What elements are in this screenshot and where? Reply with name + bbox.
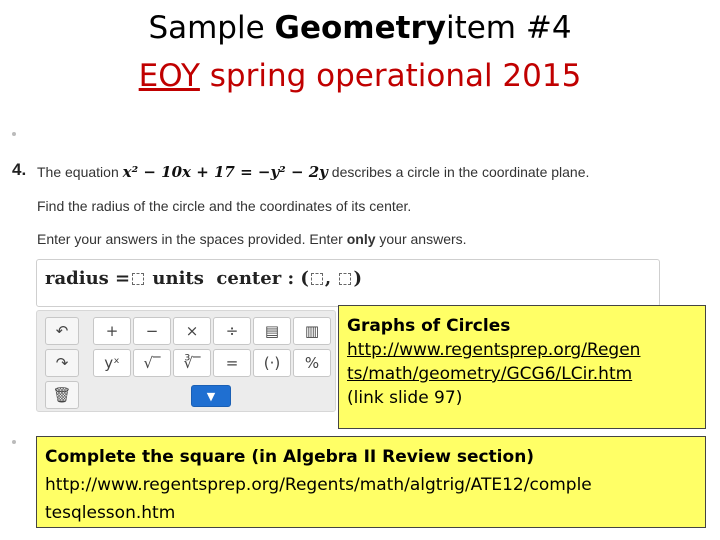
divide-key[interactable]: ÷ — [213, 317, 251, 345]
slide-title: Sample Geometryitem #4 — [0, 10, 720, 46]
mixed-fraction-key[interactable]: ▥ — [293, 317, 331, 345]
center-close: ) — [353, 268, 362, 289]
circles-link-cont[interactable]: ts/math/geometry/GCG6/LCir.htm — [347, 362, 697, 386]
plus-key[interactable]: + — [93, 317, 131, 345]
question-line-enter: Enter your answers in the spaces provide… — [37, 231, 467, 247]
sqrt-key[interactable]: √‾ — [133, 349, 171, 377]
redo-icon[interactable]: ↷ — [45, 349, 79, 377]
times-key[interactable]: × — [173, 317, 211, 345]
chevron-down-icon[interactable]: ▼ — [191, 385, 231, 407]
cube-root-key[interactable]: ∛‾ — [173, 349, 211, 377]
subtitle-rest: spring operational 2015 — [199, 58, 582, 94]
title-suffix: item #4 — [445, 10, 572, 46]
radius-label: radius = — [45, 268, 131, 289]
enter-only: only — [346, 231, 376, 247]
equals-key[interactable]: = — [213, 349, 251, 377]
radius-slot[interactable] — [132, 273, 145, 285]
slide-subtitle: EOY spring operational 2015 — [0, 58, 720, 94]
subtitle-eoy: EOY — [138, 58, 200, 94]
question-line-equation: The equation x² − 10x + 17 = −y² − 2y de… — [37, 163, 589, 181]
equation-right: −y² − 2y — [257, 163, 328, 181]
circles-link[interactable]: http://www.regentsprep.org/Regen — [347, 338, 697, 362]
question-number: 4. — [12, 160, 27, 179]
answer-template: radius = units center : (, ) — [45, 268, 362, 289]
fraction-key[interactable]: ▤ — [253, 317, 291, 345]
bullet-dot — [12, 132, 16, 136]
question-text: describes a circle in the coordinate pla… — [327, 164, 590, 180]
percent-key[interactable]: % — [293, 349, 331, 377]
math-keypad: ↶ ↷ 🗑 + − × ÷ ▤ ▥ yˣ √‾ ∛‾ = (·) % ▼ — [36, 310, 336, 412]
center-comma: , — [324, 268, 332, 289]
square-link-cont[interactable]: tesqlesson.htm — [45, 499, 697, 527]
trash-icon[interactable]: 🗑 — [45, 381, 79, 409]
answer-input-area[interactable]: radius = units center : (, ) — [36, 259, 660, 307]
question-text: The equation — [37, 164, 123, 180]
center-label: center : ( — [216, 268, 309, 289]
callout-graphs-of-circles: Graphs of Circles http://www.regentsprep… — [338, 305, 706, 429]
units-label: units — [146, 268, 204, 289]
center-x-slot[interactable] — [310, 273, 323, 285]
equation-equals: = — [234, 163, 258, 181]
undo-icon[interactable]: ↶ — [45, 317, 79, 345]
parentheses-key[interactable]: (·) — [253, 349, 291, 377]
callout-note: (link slide 97) — [347, 388, 463, 408]
title-bold-word: Geometry — [274, 10, 446, 46]
callout-heading: Complete the square (in Algebra II Revie… — [45, 447, 535, 467]
square-link[interactable]: http://www.regentsprep.org/Regents/math/… — [45, 471, 697, 499]
enter-text-end: your answers. — [375, 231, 467, 247]
exponent-key[interactable]: yˣ — [93, 349, 131, 377]
bullet-dot — [12, 440, 16, 444]
center-y-slot[interactable] — [339, 273, 352, 285]
minus-key[interactable]: − — [133, 317, 171, 345]
enter-text: Enter your answers in the spaces provide… — [37, 231, 347, 247]
title-prefix: Sample — [148, 10, 275, 46]
callout-complete-square: Complete the square (in Algebra II Revie… — [36, 436, 706, 528]
callout-heading: Graphs of Circles — [347, 316, 511, 336]
question-line-instruction: Find the radius of the circle and the co… — [37, 198, 412, 214]
equation-left: x² − 10x + 17 — [122, 163, 235, 181]
